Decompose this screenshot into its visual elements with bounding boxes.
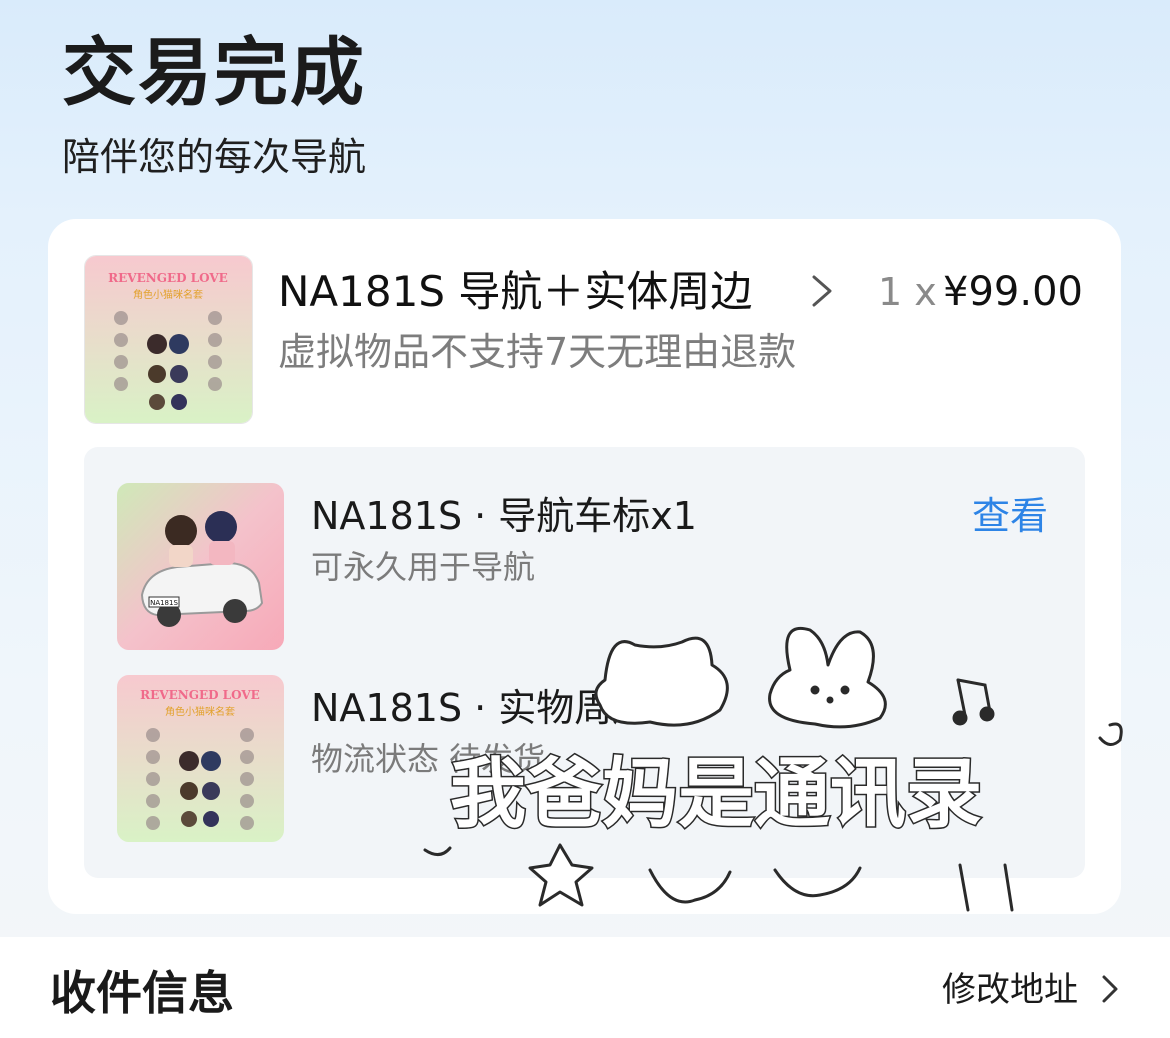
cover-subtitle-text: 角色小猫咪名套 [165,705,235,718]
item-title: NA181S · 导航车标x1 [311,494,697,538]
page-subtitle: 陪伴您的每次导航 [62,135,367,179]
item-description: 物流状态 待发货 [311,740,546,778]
merch-image[interactable]: REVENGED LOVE 角色小猫咪名套 [117,675,284,842]
chevron-right-icon[interactable] [804,271,840,311]
page-title: 交易完成 [62,30,366,116]
cover-title-text: REVENGED LOVE [108,271,228,285]
chevron-right-icon[interactable] [1098,971,1122,1007]
product-quantity: 1 x [878,270,937,314]
list-item: REVENGED LOVE 角色小猫咪名套 NA181S · 实物周边x1 物流… [117,675,1085,843]
cover-subtitle-text: 角色小猫咪名套 [133,288,203,301]
order-items-panel: NA181S NA181S · 导航车标x1 可永久用于导航 查看 REVENG [84,447,1085,878]
list-item: NA181S NA181S · 导航车标x1 可永久用于导航 查看 [117,483,1085,651]
product-cover-image[interactable]: REVENGED LOVE 角色小猫咪名套 [84,255,253,424]
edit-address-button[interactable]: 修改地址 [942,965,1078,1015]
cover-title-text: REVENGED LOVE [140,688,260,702]
item-description: 可永久用于导航 [311,548,536,586]
refund-note: 虚拟物品不支持7天无理由退款 [278,330,797,374]
product-price: ¥99.00 [943,269,1083,315]
license-plate-text: NA181S [150,599,178,607]
product-title[interactable]: NA181S 导航＋实体周边 [278,265,752,319]
car-icon-image[interactable]: NA181S [117,483,284,650]
order-card: REVENGED LOVE 角色小猫咪名套 NA181S 导航＋实体周边 1 x… [48,219,1121,914]
shipping-title: 收件信息 [50,966,234,1020]
view-button[interactable]: 查看 [972,491,1048,541]
item-title: NA181S · 实物周边x1 [311,686,697,730]
shipping-section: 收件信息 修改地址 [0,937,1170,1038]
